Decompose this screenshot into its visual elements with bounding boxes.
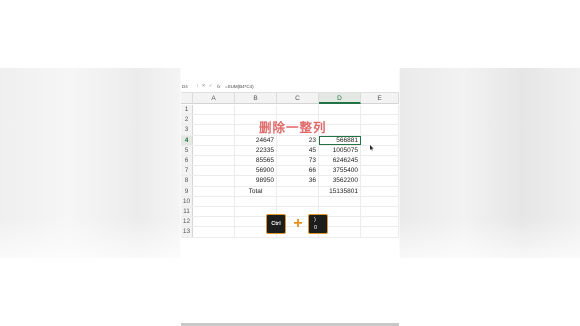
row-header[interactable]: 12 [181, 217, 193, 227]
column-header-b[interactable]: B [235, 93, 277, 104]
column-header-e[interactable]: E [361, 93, 399, 104]
table-row: 6 85565 73 6246245 [181, 156, 399, 167]
formula-bar-icons[interactable]: ⁝ ✕ ✓ [197, 83, 217, 89]
cell-e3[interactable] [361, 125, 399, 135]
row-header[interactable]: 1 [181, 105, 193, 115]
cell-d7[interactable]: 3755400 [319, 166, 361, 176]
table-row: 8 98950 36 3562200 [181, 176, 399, 187]
keyboard-shortcut: Ctrl + ) 0 [266, 214, 330, 234]
cell-a5[interactable] [193, 145, 235, 155]
cell-e2[interactable] [361, 115, 399, 125]
zero-key-label: 0 [314, 225, 318, 231]
overlay-title: 删除一整列 [259, 121, 327, 135]
cell-b6[interactable]: 85565 [235, 156, 277, 166]
row-header[interactable]: 8 [181, 176, 193, 186]
cell-d10[interactable] [319, 196, 361, 206]
plus-icon: + [293, 215, 303, 232]
table-row: 5 22335 45 1005075 [181, 145, 399, 156]
row-header[interactable]: 3 [181, 125, 193, 135]
column-header-c[interactable]: C [277, 93, 319, 104]
table-row: 9 Total 15135801 [181, 186, 399, 197]
cell-a7[interactable] [193, 166, 235, 176]
cell-e13[interactable] [361, 227, 399, 237]
ctrl-key: Ctrl [266, 214, 286, 234]
table-row: 4 24647 23 566881 [181, 135, 399, 146]
cell-c5[interactable]: 45 [277, 145, 319, 155]
cell-a2[interactable] [193, 115, 235, 125]
row-header[interactable]: 7 [181, 166, 193, 176]
cell-c1[interactable] [277, 105, 319, 115]
column-headers: A B C D E [181, 93, 399, 104]
cell-b10[interactable] [235, 196, 277, 206]
cell-a11[interactable] [193, 207, 235, 217]
row-header[interactable]: 13 [181, 227, 193, 237]
cell-a8[interactable] [193, 176, 235, 186]
cell-a1[interactable] [193, 105, 235, 115]
cell-e8[interactable] [361, 176, 399, 186]
cell-e6[interactable] [361, 156, 399, 166]
cell-c4[interactable]: 23 [277, 135, 319, 145]
cell-c7[interactable]: 66 [277, 166, 319, 176]
row-header[interactable]: 5 [181, 145, 193, 155]
cell-e9[interactable] [361, 186, 399, 196]
row-header[interactable]: 2 [181, 115, 193, 125]
select-all-corner[interactable] [181, 93, 193, 104]
zero-key: ) 0 [308, 214, 328, 234]
cell-a4[interactable] [193, 135, 235, 145]
row-header[interactable]: 11 [181, 207, 193, 217]
cell-d4[interactable]: 566881 [319, 135, 361, 145]
ctrl-key-label: Ctrl [271, 221, 281, 227]
row-header[interactable]: 9 [181, 186, 193, 196]
cell-a9[interactable] [193, 186, 235, 196]
cell-a13[interactable] [193, 227, 235, 237]
table-row: 10 [181, 196, 399, 207]
row-header[interactable]: 10 [181, 196, 193, 206]
cell-d6[interactable]: 6246245 [319, 156, 361, 166]
column-header-a[interactable]: A [193, 93, 235, 104]
formula-input[interactable]: =SUM(B4*C4) [225, 84, 399, 89]
cell-a12[interactable] [193, 217, 235, 227]
cell-c9[interactable] [277, 186, 319, 196]
cell-e7[interactable] [361, 166, 399, 176]
row-header[interactable]: 6 [181, 156, 193, 166]
cell-d8[interactable]: 3562200 [319, 176, 361, 186]
cell-e4[interactable] [361, 135, 399, 145]
cell-b1[interactable] [235, 105, 277, 115]
table-row: 1 [181, 105, 399, 116]
cell-c8[interactable]: 36 [277, 176, 319, 186]
cell-c6[interactable]: 73 [277, 156, 319, 166]
cell-b9[interactable]: Total [235, 186, 277, 196]
mouse-cursor-icon [370, 145, 374, 151]
zero-key-shift-label: ) [314, 217, 316, 223]
column-header-d[interactable]: D [319, 93, 361, 104]
cell-e12[interactable] [361, 217, 399, 227]
cell-e11[interactable] [361, 207, 399, 217]
cell-e1[interactable] [361, 105, 399, 115]
cell-b4[interactable]: 24647 [235, 135, 277, 145]
cell-d5[interactable]: 1005075 [319, 145, 361, 155]
cell-b5[interactable]: 22335 [235, 145, 277, 155]
cell-a10[interactable] [193, 196, 235, 206]
cell-a3[interactable] [193, 125, 235, 135]
cell-e5[interactable] [361, 145, 399, 155]
row-header[interactable]: 4 [181, 135, 193, 145]
cell-b7[interactable]: 56900 [235, 166, 277, 176]
cell-d1[interactable] [319, 105, 361, 115]
formula-bar: D4 ⁝ ✕ ✓ fx =SUM(B4*C4) [181, 80, 399, 93]
table-row: 7 56900 66 3755400 [181, 166, 399, 177]
cell-a6[interactable] [193, 156, 235, 166]
cell-e10[interactable] [361, 196, 399, 206]
cell-c10[interactable] [277, 196, 319, 206]
name-box[interactable]: D4 [181, 84, 197, 89]
fx-icon[interactable]: fx [217, 84, 225, 89]
cell-b8[interactable]: 98950 [235, 176, 277, 186]
cell-d9[interactable]: 15135801 [319, 186, 361, 196]
